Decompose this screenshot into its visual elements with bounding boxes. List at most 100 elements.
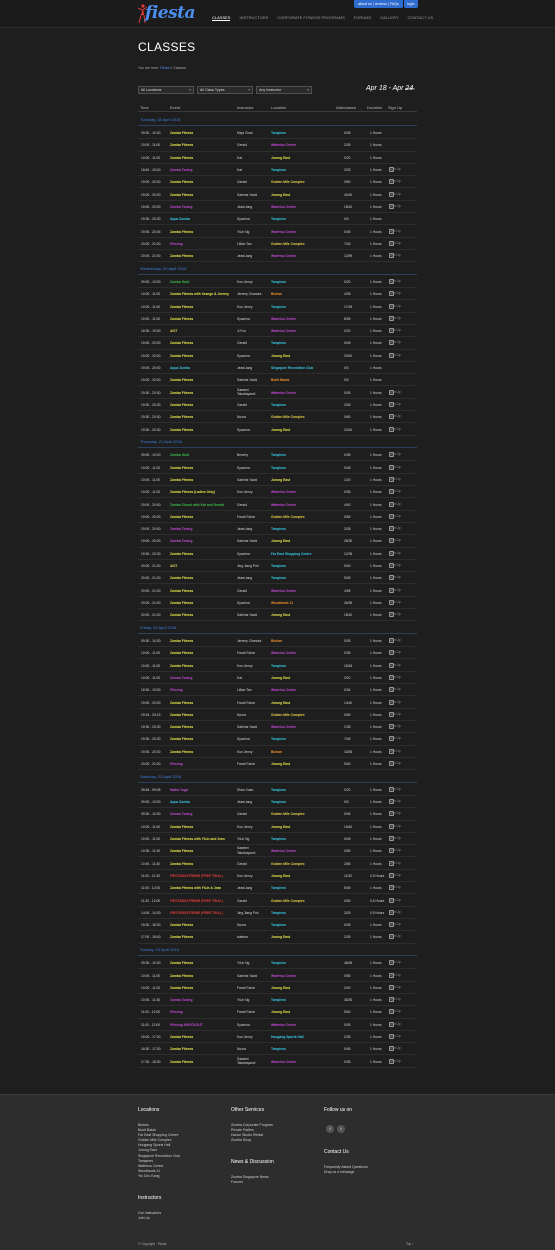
class-location-link[interactable]: Golden Mile Complex <box>271 862 305 866</box>
class-event-link[interactable]: Zumba Fitness <box>170 156 193 160</box>
class-event-link[interactable]: FIESTABOXTREME (FREE TRIAL) <box>170 874 223 878</box>
class-instructor-link[interactable]: Noora <box>237 415 246 419</box>
class-instructor-link[interactable]: YiLin Ng <box>237 230 249 234</box>
class-event-link[interactable]: Zumba Gold <box>170 280 189 284</box>
class-location-link[interactable]: Tampines <box>271 453 286 457</box>
class-instructor-link[interactable]: Sabrina Yazid <box>237 613 257 617</box>
class-instructor-link[interactable]: JeanLiang <box>237 576 252 580</box>
class-instructor-link[interactable]: Sawami Takahayashi <box>237 388 267 397</box>
class-location-link[interactable]: Waterloo Centre <box>271 974 296 978</box>
class-location-link[interactable]: Waterloo Centre <box>271 688 296 692</box>
class-instructor-link[interactable]: JeanLiang <box>237 205 252 209</box>
class-instructor-link[interactable]: Sabrina Yazid <box>237 193 257 197</box>
nav-item-classes[interactable]: CLASSES <box>212 15 231 21</box>
class-location-link[interactable]: Far East Shopping Centre <box>271 552 311 556</box>
class-event-link[interactable]: Zumba Fitness <box>170 737 193 741</box>
class-location-link[interactable]: Bishan <box>271 750 282 754</box>
class-instructor-link[interactable]: Koo Jenny <box>237 664 253 668</box>
class-location-link[interactable]: Jurong East <box>271 825 290 829</box>
class-location-link[interactable]: Golden Mile Complex <box>271 713 305 717</box>
footer-instructors-link[interactable]: Join Us <box>138 1216 161 1221</box>
class-location-link[interactable]: Golden Mile Complex <box>271 415 305 419</box>
class-location-link[interactable]: Tampines <box>271 837 286 841</box>
class-instructor-link[interactable]: Kat <box>237 168 242 172</box>
class-instructor-link[interactable]: Koo Jenny <box>237 305 253 309</box>
class-event-link[interactable]: Zumba Fitness (Ladies Only) <box>170 490 215 494</box>
class-event-link[interactable]: Zumba Fitness <box>170 639 193 643</box>
class-location-link[interactable]: Tampines <box>271 131 286 135</box>
class-instructor-link[interactable]: Sabrina Yazid <box>237 378 257 382</box>
class-instructor-link[interactable]: Jeremy Chandra <box>237 292 261 296</box>
class-event-link[interactable]: Zumba Fitness <box>170 713 193 717</box>
class-location-link[interactable]: Jurong East <box>271 701 290 705</box>
class-location-link[interactable]: Tampines <box>271 800 286 804</box>
class-event-link[interactable]: Piloxing <box>170 1010 183 1014</box>
class-instructor-link[interactable]: Ji Foo <box>237 329 246 333</box>
class-instructor-link[interactable]: Jing Jiang Poh <box>237 911 259 915</box>
class-event-link[interactable]: Zumba Fitness with Orange & Jeremy <box>170 292 229 296</box>
class-event-link[interactable]: Zumba Fitness <box>170 415 193 419</box>
class-location-link[interactable]: Jurong East <box>271 354 290 358</box>
class-location-link[interactable]: Hougang Sports Hall <box>271 1035 304 1039</box>
class-location-link[interactable]: Waterloo Centre <box>271 849 296 853</box>
class-instructor-link[interactable]: Koo Jenny <box>237 825 253 829</box>
class-event-link[interactable]: Zumba Toning <box>170 812 192 816</box>
class-event-link[interactable]: Zumba Fitness <box>170 143 193 147</box>
class-location-link[interactable]: Singapore Recreation Club <box>271 366 313 370</box>
class-event-link[interactable]: Zumba Fitness <box>170 478 193 482</box>
class-event-link[interactable]: Zumba Fitness <box>170 254 193 258</box>
class-instructor-link[interactable]: Syazrina <box>237 217 250 221</box>
class-instructor-link[interactable]: Farah Fahar <box>237 762 255 766</box>
class-location-link[interactable]: Tampines <box>271 217 286 221</box>
class-instructor-link[interactable]: Farah Fahar <box>237 701 255 705</box>
class-event-link[interactable]: Aqua Zumba <box>170 800 190 804</box>
class-event-link[interactable]: Zumba Fitness <box>170 1047 193 1051</box>
facebook-icon[interactable]: f <box>326 1125 334 1133</box>
footer-news-link[interactable]: Forums <box>231 1180 269 1185</box>
class-location-link[interactable]: Tampines <box>271 403 286 407</box>
class-location-link[interactable]: Waterloo Centre <box>271 254 296 258</box>
class-instructor-link[interactable]: Sabrina Yazid <box>237 725 257 729</box>
class-event-link[interactable]: Zumba Fitness <box>170 230 193 234</box>
class-instructor-link[interactable]: Syazrina <box>237 737 250 741</box>
class-location-link[interactable]: Tampines <box>271 280 286 284</box>
class-instructor-link[interactable]: Farah Fahar <box>237 651 255 655</box>
class-event-link[interactable]: Zumba Toning <box>170 168 192 172</box>
class-location-link[interactable]: Golden Mile Complex <box>271 899 305 903</box>
class-instructor-link[interactable]: Sabrina Yazid <box>237 974 257 978</box>
class-instructor-link[interactable]: Syazrina <box>237 317 250 321</box>
class-event-link[interactable]: Zumba Toning <box>170 205 192 209</box>
nav-item-instructors[interactable]: INSTRUCTORS <box>239 15 268 21</box>
class-location-link[interactable]: Jurong East <box>271 935 290 939</box>
class-location-link[interactable]: Waterloo Centre <box>271 391 296 395</box>
class-event-link[interactable]: Hatha Yoga <box>170 788 188 792</box>
class-instructor-link[interactable]: YiLin Ng <box>237 961 249 965</box>
class-location-link[interactable]: Tampines <box>271 911 286 915</box>
class-location-link[interactable]: Jurong East <box>271 613 290 617</box>
class-location-link[interactable]: Golden Mile Complex <box>271 812 305 816</box>
class-instructor-link[interactable]: Noora <box>237 1047 246 1051</box>
class-event-link[interactable]: Zumba Gold <box>170 453 189 457</box>
class-event-link[interactable]: Zumba Fitness <box>170 317 193 321</box>
class-location-link[interactable]: Tampines <box>271 341 286 345</box>
class-event-link[interactable]: Zumba Fitness <box>170 515 193 519</box>
class-instructor-link[interactable]: Shan Xuan <box>237 788 253 792</box>
class-event-link[interactable]: Zumba Fitness <box>170 428 193 432</box>
login-button[interactable]: login <box>404 0 418 8</box>
class-location-link[interactable]: Jurong East <box>271 874 290 878</box>
class-instructor-link[interactable]: YiLin Ng <box>237 837 249 841</box>
class-location-link[interactable]: Waterloo Centre <box>271 490 296 494</box>
class-instructor-link[interactable]: Sawami Takahayashi <box>237 846 267 855</box>
footer-location-link[interactable]: Singapore Recreation Club <box>138 1154 180 1159</box>
class-location-link[interactable]: Tampines <box>271 168 286 172</box>
class-instructor-link[interactable]: Koo Jenny <box>237 1035 253 1039</box>
class-event-link[interactable]: Zumba Fitness <box>170 849 193 853</box>
class-instructor-link[interactable]: Syazrina <box>237 466 250 470</box>
class-event-link[interactable]: AIST <box>170 329 178 333</box>
footer-location-link[interactable]: Yio Chu Kang <box>138 1174 180 1179</box>
class-location-link[interactable]: Jurong East <box>271 478 290 482</box>
class-instructor-link[interactable]: Farah Fahar <box>237 1010 255 1014</box>
class-instructor-link[interactable]: Jeremy Chandra <box>237 639 261 643</box>
class-location-link[interactable]: Waterloo Centre <box>271 230 296 234</box>
class-event-link[interactable]: Zumba Fitness <box>170 576 193 580</box>
